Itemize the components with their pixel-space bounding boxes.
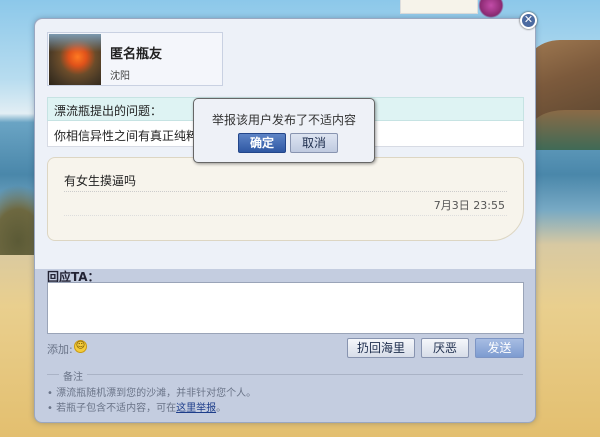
popup-message: 举报该用户发布了不适内容 [211,113,356,127]
divider [64,215,507,216]
send-button[interactable]: 发送 [475,338,524,358]
background-note [400,0,478,14]
notes-title: 备注 [59,368,87,383]
dislike-button[interactable]: 厌恶 [421,338,469,358]
answer-box: 有女生摸逼吗 7月3日 23:55 [47,157,524,241]
divider [64,191,507,192]
user-city: 沈阳 [110,71,130,82]
reply-input[interactable] [47,282,524,334]
notes-divider [47,374,523,375]
note-text: • 若瓶子包含不适内容，可在 [47,403,177,414]
note-line: • 若瓶子包含不适内容，可在这里举报。 [47,399,226,414]
note-text: 。 [216,403,227,414]
user-card: 匿名瓶友 沈阳 [47,32,223,86]
answer-timestamp: 7月3日 23:55 [433,199,505,212]
return-to-sea-button[interactable]: 扔回海里 [347,338,415,358]
user-name: 匿名瓶友 [110,47,163,62]
add-label: 添加: [47,343,73,356]
background-bottle [478,0,504,18]
close-icon[interactable]: ✕ [520,12,537,29]
smiley-icon[interactable]: ☺ [74,340,87,353]
report-confirm-popup: 举报该用户发布了不适内容 确定 取消 [193,98,375,163]
report-link[interactable]: 这里举报 [176,403,216,414]
note-line: • 漂流瓶随机漂到您的沙滩，并非针对您个人。 [47,388,257,399]
avatar[interactable] [49,34,101,85]
cancel-button[interactable]: 取消 [290,133,338,153]
bottle-dialog: ✕ 匿名瓶友 沈阳 漂流瓶提出的问题： 你相信异性之间有真正纯粹的 有女生摸逼吗… [34,12,537,423]
confirm-button[interactable]: 确定 [238,133,286,153]
answer-text: 有女生摸逼吗 [64,174,137,188]
